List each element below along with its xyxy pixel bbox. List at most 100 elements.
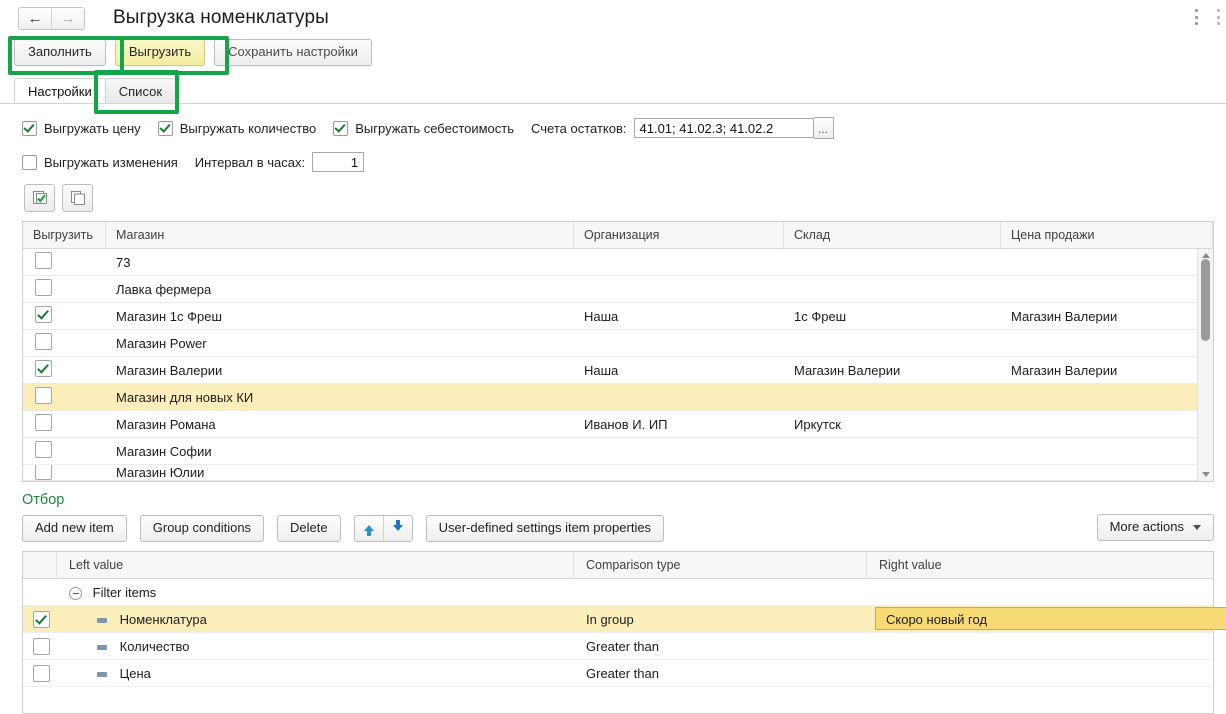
table-row[interactable]: 73 — [23, 249, 1213, 276]
filter-row-selected[interactable]: Номенклатура In group Скоро новый год — [23, 606, 1226, 633]
cell-comparison-type: Greater than — [586, 665, 659, 681]
cell-comparison-type: Greater than — [586, 638, 659, 654]
shops-grid-body: 73 Лавка фермера Магазин 1с Фреш Наша 1с… — [23, 249, 1213, 481]
filter-item-icon — [97, 644, 107, 650]
move-up-button[interactable] — [355, 516, 383, 541]
filter-row-checkbox[interactable] — [32, 610, 50, 628]
table-row[interactable]: Магазин Софии — [23, 438, 1213, 465]
copy-rows-icon — [70, 191, 85, 205]
filter-toolbar: Add new item Group conditions Delete Use… — [0, 513, 1226, 543]
grid-vertical-scrollbar[interactable] — [1197, 249, 1213, 481]
cell-organization: Наша — [584, 308, 619, 324]
cell-comparison-type: In group — [586, 611, 634, 627]
cell-shop: Магазин 1с Фреш — [116, 308, 222, 324]
cell-warehouse: 1с Фреш — [794, 308, 847, 324]
arrow-down-icon — [392, 520, 403, 531]
cell-right-value[interactable] — [867, 660, 1213, 687]
filter-grid-header: Left value Comparison type Right value — [23, 552, 1213, 579]
delete-button[interactable]: Delete — [277, 514, 341, 542]
balance-accounts-picker-button[interactable]: ... — [813, 117, 834, 139]
column-header-comparison-type[interactable]: Comparison type — [574, 552, 867, 578]
checkbox-export-cost[interactable] — [333, 120, 349, 136]
table-row[interactable]: Лавка фермера — [23, 276, 1213, 303]
add-new-item-button[interactable]: Add new item — [22, 514, 127, 542]
more-actions-container: More actions — [1096, 514, 1214, 541]
shops-grid-header: Выгрузить Магазин Организация Склад Цена… — [23, 221, 1213, 249]
tab-list[interactable]: Список — [104, 78, 177, 104]
filter-group-row[interactable]: Filter items — [23, 579, 1213, 606]
command-bar: Заполнить Выгрузить Сохранить настройки — [0, 34, 1226, 71]
table-row[interactable]: Магазин 1с Фреш Наша 1с Фреш Магазин Вал… — [23, 303, 1213, 330]
checkbox-export-changes[interactable] — [22, 154, 37, 170]
filter-row-checkbox[interactable] — [32, 637, 50, 655]
item-properties-button[interactable]: User-defined settings item properties — [425, 514, 665, 542]
filter-row[interactable]: Цена Greater than — [23, 660, 1213, 687]
upload-button[interactable]: Выгрузить — [114, 39, 206, 66]
scroll-up-icon[interactable] — [1202, 253, 1210, 258]
filter-item-icon — [97, 617, 107, 623]
column-header-export[interactable]: Выгрузить — [23, 221, 106, 249]
cell-right-value[interactable] — [867, 633, 1213, 660]
filter-row[interactable]: Количество Greater than — [23, 633, 1213, 660]
filter-grid-empty-space — [23, 687, 1213, 713]
check-all-icon-button[interactable] — [24, 184, 55, 212]
window-menu-secondary-icon[interactable] — [1216, 9, 1220, 25]
settings-options-row: Выгружать цену Выгружать количество Выгр… — [22, 116, 1226, 140]
fill-button[interactable]: Заполнить — [14, 39, 106, 66]
table-row[interactable]: Магазин Юлии — [23, 465, 1213, 481]
column-header-right-value[interactable]: Right value — [867, 552, 1213, 578]
filter-item-icon — [97, 671, 107, 677]
column-header-warehouse[interactable]: Склад — [784, 221, 1001, 249]
move-down-button[interactable] — [382, 515, 412, 541]
label-export-changes: Выгружать изменения — [44, 154, 178, 170]
row-checkbox[interactable] — [35, 306, 52, 323]
row-checkbox[interactable] — [35, 360, 52, 377]
label-balance-accounts: Счета остатков: — [531, 120, 627, 136]
row-checkbox[interactable] — [35, 414, 52, 431]
shops-grid: Выгрузить Магазин Организация Склад Цена… — [22, 221, 1214, 482]
cell-right-value[interactable]: Скоро новый год — [875, 606, 1226, 630]
save-settings-button[interactable]: Сохранить настройки — [214, 39, 372, 66]
scrollbar-thumb[interactable] — [1201, 259, 1210, 341]
filter-group-label: Filter items — [92, 584, 157, 600]
tab-settings[interactable]: Настройки — [14, 78, 106, 104]
label-interval-hours: Интервал в часах: — [194, 154, 306, 170]
interval-hours-input[interactable]: 1 — [312, 152, 365, 172]
window-menu-icon[interactable] — [1194, 9, 1198, 25]
cell-warehouse: Магазин Валерии — [794, 362, 901, 378]
scroll-down-icon[interactable] — [1202, 472, 1210, 477]
chevron-down-icon — [1193, 524, 1201, 530]
row-checkbox[interactable] — [35, 441, 52, 458]
row-checkbox[interactable] — [35, 465, 52, 480]
collapse-icon[interactable] — [69, 586, 82, 600]
group-conditions-button[interactable]: Group conditions — [139, 514, 265, 542]
forward-icon[interactable]: → — [51, 8, 84, 29]
table-row[interactable]: Магазин Power — [23, 330, 1213, 357]
balance-accounts-input[interactable]: 41.01; 41.02.3; 41.02.2 — [633, 118, 814, 138]
checkbox-export-quantity[interactable] — [157, 120, 173, 136]
arrow-up-icon — [363, 525, 374, 536]
column-header-sale-price[interactable]: Цена продажи — [1001, 221, 1213, 249]
more-actions-button[interactable]: More actions — [1096, 514, 1214, 541]
copy-rows-icon-button[interactable] — [62, 184, 93, 212]
table-row[interactable]: Магазин Романа Иванов И. ИП Иркутск — [23, 411, 1213, 438]
column-header-use — [23, 552, 57, 578]
column-header-shop[interactable]: Магазин — [106, 221, 574, 249]
table-row[interactable]: Магазин Валерии Наша Магазин Валерии Маг… — [23, 357, 1213, 384]
row-checkbox[interactable] — [35, 387, 52, 404]
check-all-icon — [32, 191, 47, 204]
label-export-cost: Выгружать себестоимость — [355, 120, 515, 136]
back-icon[interactable]: ← — [19, 8, 51, 29]
row-checkbox[interactable] — [35, 279, 52, 296]
table-row-selected[interactable]: Магазин для новых КИ — [23, 384, 1213, 411]
filter-grid: Left value Comparison type Right value F… — [22, 551, 1226, 714]
filter-row-checkbox[interactable] — [32, 664, 50, 682]
navigation-buttons[interactable]: ← → — [18, 7, 85, 30]
tab-underline — [0, 103, 1226, 104]
column-header-organization[interactable]: Организация — [574, 221, 784, 249]
row-checkbox[interactable] — [35, 252, 52, 269]
column-header-left-value[interactable]: Left value — [57, 552, 574, 578]
cell-shop: Магазин Романа — [116, 416, 216, 432]
row-checkbox[interactable] — [35, 333, 52, 350]
checkbox-export-price[interactable] — [22, 120, 37, 136]
